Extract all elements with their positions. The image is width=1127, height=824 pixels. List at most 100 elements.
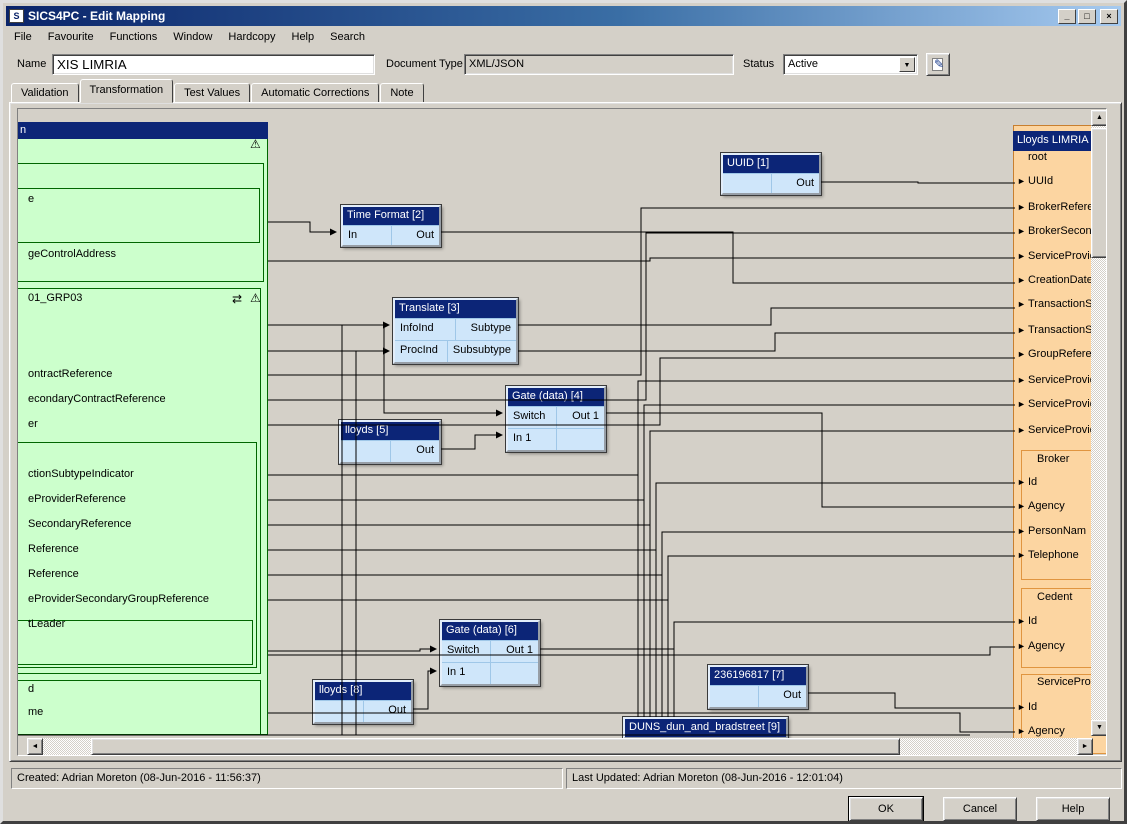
tab-test-values[interactable]: Test Values (174, 83, 250, 103)
node-translate[interactable]: Translate [3] InfoIndSubtype ProcIndSubs… (393, 298, 518, 364)
source-field[interactable]: tLeader (28, 618, 65, 630)
port-out[interactable]: Out (363, 701, 412, 722)
source-field[interactable]: d (28, 683, 34, 695)
source-field[interactable]: Reference (28, 568, 79, 580)
port-in[interactable]: ProcInd (395, 341, 447, 362)
vertical-scroll-thumb[interactable] (1091, 128, 1107, 258)
source-field[interactable]: eProviderSecondaryGroupReference (28, 593, 209, 605)
help-button[interactable]: Help (1036, 797, 1110, 821)
target-field: ►Agency (1017, 640, 1065, 654)
target-field: ►ServiceProvid (1017, 374, 1096, 388)
node-lloyds-5[interactable]: lloyds [5] Out (339, 420, 441, 464)
minimize-button-icon[interactable]: _ (1058, 9, 1076, 24)
canvas-vertical-scrollbar[interactable]: ▲ ▼ (1091, 110, 1107, 736)
node-lloyds-8[interactable]: lloyds [8] Out (313, 680, 413, 724)
tab-note[interactable]: Note (380, 83, 423, 103)
source-field[interactable]: eProviderReference (28, 493, 126, 505)
ok-button[interactable]: OK (849, 797, 923, 821)
source-tree-header: n (17, 122, 268, 139)
warning-icon: ⚠ (250, 292, 261, 304)
row-arrow-icon: ► (1017, 616, 1028, 626)
port-out[interactable]: Out (771, 174, 820, 193)
source-field[interactable]: SecondaryReference (28, 518, 131, 530)
cancel-button[interactable]: Cancel (943, 797, 1017, 821)
menubar: File Favourite Functions Window Hardcopy… (6, 27, 1121, 46)
menu-help[interactable]: Help (284, 29, 323, 45)
recursion-icon: ⇄ (232, 293, 242, 305)
source-field[interactable]: er (28, 418, 38, 430)
target-group-label: Cedent (1026, 591, 1072, 605)
target-field: ►Id (1017, 476, 1037, 490)
menu-functions[interactable]: Functions (102, 29, 166, 45)
target-field: ►Id (1017, 615, 1037, 629)
row-arrow-icon: ► (1017, 176, 1028, 186)
node-duns-dun-and-bradstreet[interactable]: DUNS_dun_and_bradstreet [9] (623, 717, 788, 739)
name-label: Name (17, 58, 46, 70)
row-arrow-icon: ► (1017, 399, 1028, 409)
target-field: ►Agency (1017, 500, 1065, 514)
source-field[interactable]: ontractReference (28, 368, 112, 380)
edit-mapping-window: S SICS4PC - Edit Mapping _ □ × File Favo… (0, 0, 1127, 824)
menu-search[interactable]: Search (322, 29, 373, 45)
document-type-field: XML/JSON (464, 54, 734, 75)
port-out[interactable]: Out (390, 441, 440, 462)
document-type-label: Document Type (386, 58, 463, 70)
horizontal-scroll-thumb[interactable] (91, 738, 900, 755)
titlebar: S SICS4PC - Edit Mapping _ □ × (6, 6, 1121, 26)
scroll-down-icon[interactable]: ▼ (1091, 720, 1107, 736)
port-out[interactable]: Subtype (455, 319, 516, 340)
source-group-box (17, 188, 260, 243)
menu-favourite[interactable]: Favourite (40, 29, 102, 45)
row-arrow-icon: ► (1017, 299, 1028, 309)
port-in[interactable]: In 1 (442, 663, 490, 684)
name-input[interactable] (52, 54, 375, 75)
scroll-right-icon[interactable]: ► (1077, 738, 1093, 755)
edit-note-button[interactable]: ✎ (926, 53, 950, 76)
status-dropdown[interactable]: Active ▼ (783, 54, 918, 75)
source-field[interactable]: ctionSubtypeIndicator (28, 468, 134, 480)
scroll-left-icon[interactable]: ◄ (27, 738, 43, 755)
scroll-up-icon[interactable]: ▲ (1091, 110, 1107, 126)
source-field[interactable]: 01_GRP03 (28, 292, 82, 304)
chevron-down-icon[interactable]: ▼ (899, 57, 915, 72)
source-field[interactable]: geControlAddress (28, 248, 116, 260)
tab-automatic-corrections[interactable]: Automatic Corrections (251, 83, 379, 103)
menu-file[interactable]: File (6, 29, 40, 45)
menu-hardcopy[interactable]: Hardcopy (220, 29, 283, 45)
source-field[interactable]: e (28, 193, 34, 205)
source-group-box (17, 680, 261, 735)
port-in[interactable]: Switch (508, 407, 556, 428)
status-value: Active (788, 58, 897, 70)
mapping-canvas[interactable]: n ⚠ e geControlAddress 01_GRP03 ⇄ ⚠ ontr… (17, 108, 1107, 756)
port-out[interactable]: Out (758, 686, 807, 707)
target-field: ►GroupRefere (1017, 348, 1092, 362)
port-in[interactable]: InfoInd (395, 319, 455, 340)
canvas-horizontal-scrollbar[interactable]: ◄ ► (27, 738, 1093, 755)
port-out[interactable]: Subsubtype (447, 341, 516, 362)
source-field[interactable]: Reference (28, 543, 79, 555)
node-236196817[interactable]: 236196817 [7] Out (708, 665, 808, 709)
port-out[interactable]: Out (391, 226, 440, 245)
node-uuid[interactable]: UUID [1] Out (721, 153, 821, 195)
source-field[interactable]: me (28, 706, 43, 718)
target-field: ►TransactionS (1017, 298, 1092, 312)
target-field: ►ServiceProvid (1017, 424, 1096, 438)
port-in[interactable]: Switch (442, 641, 490, 662)
row-arrow-icon: ► (1017, 477, 1028, 487)
tab-transformation[interactable]: Transformation (80, 79, 174, 103)
port-out[interactable]: Out 1 (490, 641, 539, 662)
port-out[interactable]: Out 1 (556, 407, 605, 428)
target-field: ►Id (1017, 701, 1037, 715)
source-field[interactable]: econdaryContractReference (28, 393, 166, 405)
target-field: root (1017, 151, 1047, 165)
port-in[interactable]: In (343, 226, 391, 245)
port-in[interactable]: In 1 (508, 429, 556, 450)
close-button-icon[interactable]: × (1100, 9, 1118, 24)
menu-window[interactable]: Window (165, 29, 220, 45)
node-gate-6[interactable]: Gate (data) [6] SwitchOut 1 In 1 (440, 620, 540, 686)
target-field: ►TransactionS (1017, 324, 1092, 338)
node-time-format[interactable]: Time Format [2] InOut (341, 205, 441, 247)
tab-validation[interactable]: Validation (11, 83, 79, 103)
node-gate-4[interactable]: Gate (data) [4] SwitchOut 1 In 1 (506, 386, 606, 452)
maximize-button-icon[interactable]: □ (1078, 9, 1096, 24)
